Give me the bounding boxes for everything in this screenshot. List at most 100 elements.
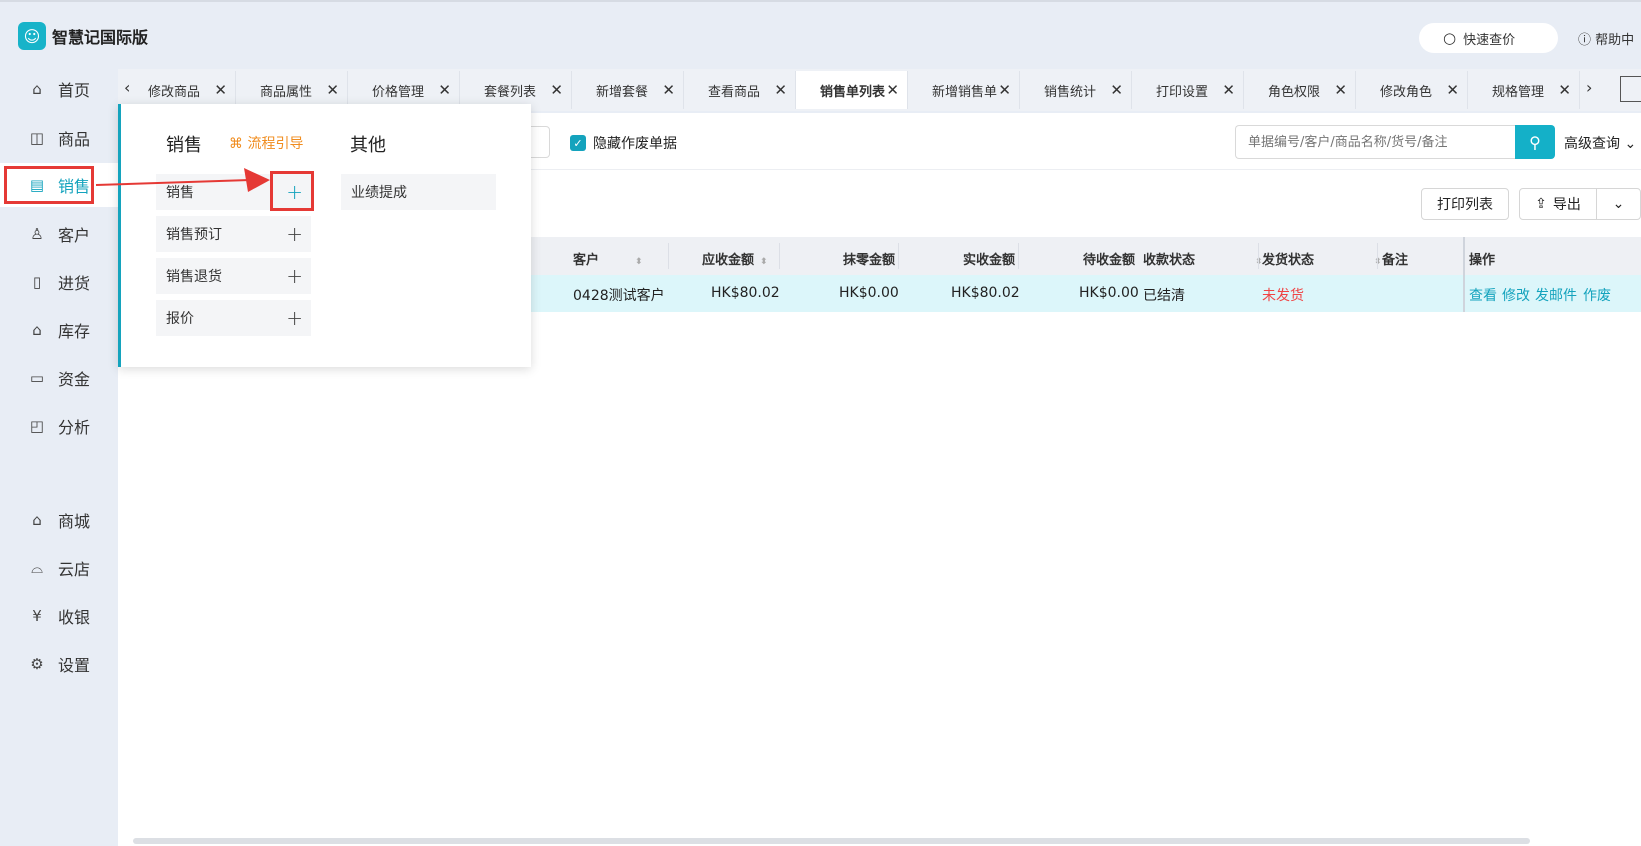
close-icon[interactable]: ✕ — [1334, 81, 1347, 99]
chevron-right-icon[interactable]: › — [1586, 78, 1592, 97]
sidebar-item-purchase[interactable]: ▯ 进货 — [0, 260, 118, 304]
popup-item-label: 报价 — [166, 311, 194, 327]
horizontal-scrollbar[interactable] — [133, 838, 1530, 844]
popup-item-sales-booking[interactable]: 销售预订 + — [156, 216, 311, 252]
action-void-link[interactable]: 作废 — [1583, 285, 1611, 305]
tab-label: 规格管理 — [1492, 84, 1545, 100]
plus-icon[interactable]: + — [286, 222, 303, 246]
chevron-down-icon: ⌄ — [1612, 196, 1625, 212]
user-icon: ♙ — [30, 225, 44, 243]
close-icon[interactable]: ✕ — [998, 81, 1011, 99]
search-button[interactable]: ⚲ — [1515, 125, 1555, 159]
popup-item-sales-return[interactable]: 销售退货 + — [156, 258, 311, 294]
export-dropdown-button[interactable]: ⌄ — [1596, 188, 1641, 220]
hide-void-label: 隐藏作废单据 — [593, 136, 677, 152]
logo-icon: ☺ — [18, 22, 46, 50]
help-icon: ⓘ — [1578, 33, 1592, 48]
col-header-rounding[interactable]: 抹零金额 — [843, 249, 895, 268]
close-icon[interactable]: ✕ — [1558, 81, 1571, 99]
popup-sales-heading: 销售 — [166, 135, 202, 156]
col-header-customer[interactable]: 客户 ⬍ — [573, 249, 643, 268]
plus-icon[interactable]: + — [286, 306, 303, 330]
sidebar-item-home[interactable]: ⌂ 首页 — [0, 67, 118, 111]
process-guide-link[interactable]: ⌘ 流程引导 — [229, 133, 303, 153]
app-logo: ☺ 智慧记国际版 — [18, 22, 148, 50]
action-edit-link[interactable]: 修改 — [1502, 285, 1530, 305]
wallet-icon: ▭ — [29, 369, 45, 387]
tab-sales-statistics[interactable]: 销售统计 ✕ — [1020, 71, 1132, 109]
close-icon[interactable]: ✕ — [886, 81, 899, 99]
sidebar-item-label: 商城 — [58, 512, 91, 531]
action-view-link[interactable]: 查看 — [1469, 285, 1497, 305]
cell-rounding: HK$0.00 — [839, 285, 899, 301]
search-input[interactable] — [1235, 125, 1515, 159]
col-header-received[interactable]: 实收金额 — [963, 249, 1015, 268]
print-list-label: 打印列表 — [1437, 197, 1493, 213]
gear-icon: ⚙ — [30, 655, 44, 673]
sidebar-item-cloud-store[interactable]: ⌓ 云店 — [0, 546, 118, 590]
col-header-receivable[interactable]: 应收金额 ⬍ — [702, 249, 768, 268]
sidebar-item-label: 商品 — [58, 130, 91, 149]
top-header: ☺ 智慧记国际版 ○ 快速查价 ⓘ 帮助中 — [0, 0, 1641, 68]
close-icon[interactable]: ✕ — [438, 81, 451, 99]
tab-label: 角色权限 — [1268, 84, 1321, 100]
sidebar-item-mall[interactable]: ⌂ 商城 — [0, 498, 118, 542]
export-button[interactable]: ⇪ 导出 — [1519, 188, 1597, 220]
advanced-query-toggle[interactable]: 高级查询 ⌄ — [1564, 133, 1636, 153]
column-divider — [1258, 243, 1259, 269]
plus-icon[interactable]: + — [286, 264, 303, 288]
close-icon[interactable]: ✕ — [1110, 81, 1123, 99]
col-header-note[interactable]: 备注 — [1382, 249, 1408, 268]
sort-icon[interactable]: ⬍ — [635, 257, 643, 267]
chart-icon: ◰ — [29, 417, 45, 435]
sidebar-item-label: 分析 — [58, 418, 91, 437]
tab-label: 新增销售单 — [932, 84, 998, 100]
shop-icon: ⌂ — [32, 511, 42, 529]
sidebar-item-goods[interactable]: ◫ 商品 — [0, 116, 118, 160]
print-list-button[interactable]: 打印列表 — [1421, 188, 1509, 220]
sidebar-item-funds[interactable]: ▭ 资金 — [0, 356, 118, 400]
tab-label: 销售单列表 — [820, 84, 886, 100]
hide-void-checkbox[interactable]: ✓ 隐藏作废单据 — [570, 133, 677, 153]
sidebar-item-label: 收银 — [58, 608, 91, 627]
col-header-pending[interactable]: 待收金额 — [1083, 249, 1135, 268]
close-icon[interactable]: ✕ — [662, 81, 675, 99]
flow-icon: ⌘ — [229, 136, 243, 152]
process-guide-label: 流程引导 — [247, 136, 304, 152]
search-icon: ⚲ — [1529, 132, 1541, 152]
sidebar-item-label: 资金 — [58, 370, 91, 389]
sidebar-item-analysis[interactable]: ◰ 分析 — [0, 404, 118, 448]
close-icon[interactable]: ✕ — [1222, 81, 1235, 99]
book-icon: ▯ — [32, 273, 42, 291]
col-header-payment-status[interactable]: 收款状态⬍ — [1143, 249, 1263, 268]
close-icon[interactable]: ✕ — [550, 81, 563, 99]
close-icon[interactable]: ✕ — [1446, 81, 1459, 99]
tab-view-goods[interactable]: 查看商品 ✕ — [684, 71, 796, 109]
warehouse-icon: ⌂ — [32, 321, 42, 339]
fullscreen-icon[interactable] — [1620, 76, 1641, 102]
close-icon[interactable]: ✕ — [326, 81, 339, 99]
tab-role-permissions[interactable]: 角色权限 ✕ — [1244, 71, 1356, 109]
close-icon[interactable]: ✕ — [214, 81, 227, 99]
sort-icon[interactable]: ⬍ — [760, 257, 768, 267]
popup-item-commission[interactable]: 业绩提成 — [341, 174, 496, 210]
sidebar-item-inventory[interactable]: ⌂ 库存 — [0, 308, 118, 352]
sidebar-item-settings[interactable]: ⚙ 设置 — [0, 642, 118, 686]
tab-edit-role[interactable]: 修改角色 ✕ — [1356, 71, 1468, 109]
sidebar-item-cashier[interactable]: ¥ 收银 — [0, 594, 118, 638]
close-icon[interactable]: ✕ — [774, 81, 787, 99]
tab-spec-management[interactable]: 规格管理 ✕ — [1468, 71, 1580, 109]
app-title: 智慧记国际版 — [52, 28, 149, 47]
action-email-link[interactable]: 发邮件 — [1535, 285, 1577, 305]
col-header-shipping-status[interactable]: 发货状态⬍ — [1262, 249, 1382, 268]
tab-sales-order-list[interactable]: 销售单列表 ✕ — [796, 71, 908, 109]
help-center-link[interactable]: ⓘ 帮助中 — [1578, 29, 1634, 48]
tab-add-package[interactable]: 新增套餐 ✕ — [572, 71, 684, 109]
cell-payment-status: 已结清 — [1143, 288, 1185, 304]
tab-print-settings[interactable]: 打印设置 ✕ — [1132, 71, 1244, 109]
sidebar-item-customers[interactable]: ♙ 客户 — [0, 212, 118, 256]
search-icon: ○ — [1443, 29, 1457, 47]
quick-price-button[interactable]: ○ 快速查价 — [1419, 23, 1558, 53]
tab-new-sales-order[interactable]: 新增销售单 ✕ — [908, 71, 1020, 109]
popup-item-quote[interactable]: 报价 + — [156, 300, 311, 336]
